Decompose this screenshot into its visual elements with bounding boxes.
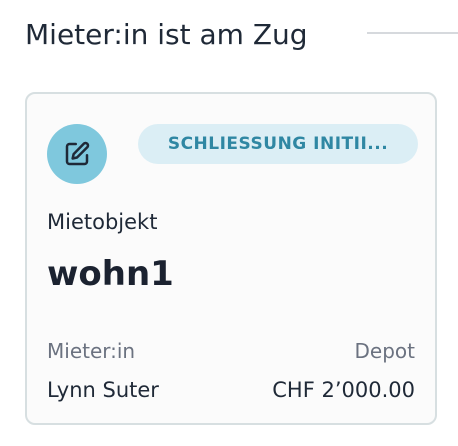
status-badge: SCHLIESSUNG INITII... [138,124,418,164]
depot-value: CHF 2’000.00 [272,378,415,402]
tenant-label: Mieter:in [47,339,136,363]
section-title: Mieter:in ist am Zug [25,17,308,51]
rental-card[interactable]: SCHLIESSUNG INITII... Mietobjekt wohn1 M… [25,92,437,425]
depot-label: Depot [354,339,415,363]
tenant-value: Lynn Suter [47,378,159,402]
edit-avatar[interactable] [47,124,107,184]
edit-icon [65,141,90,166]
section-header: Mieter:in ist am Zug [25,12,458,56]
section-divider [367,32,458,34]
object-name: wohn1 [47,254,174,294]
object-label: Mietobjekt [47,210,158,234]
